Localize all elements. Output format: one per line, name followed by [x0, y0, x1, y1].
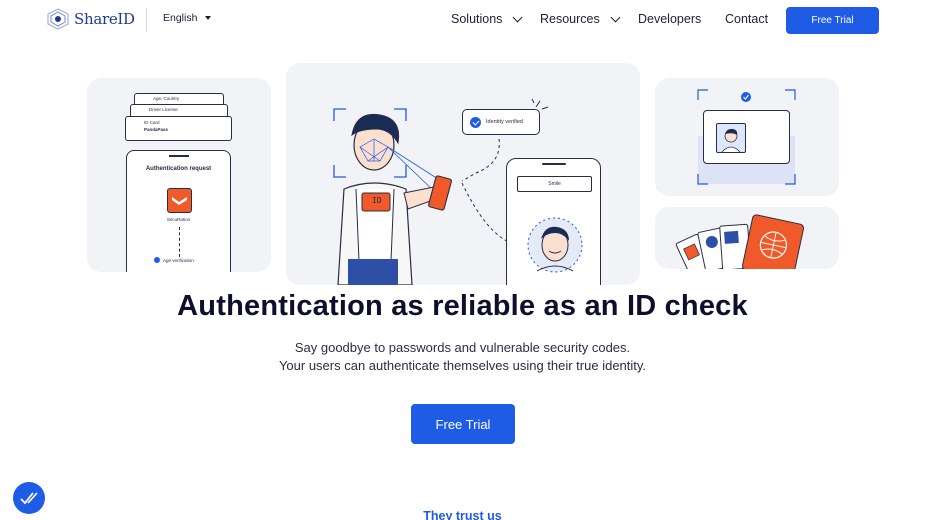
age-verification-row: Age verification [154, 257, 194, 263]
app-name: SécuRation [166, 217, 191, 222]
page-headline: Authentication as reliable as an ID chec… [177, 290, 748, 322]
phone-speaker [542, 163, 566, 165]
card-label: Driver License [149, 107, 178, 112]
language-label: English [163, 12, 198, 24]
nav-resources-label: Resources [540, 12, 600, 26]
logo-text: ShareID [74, 10, 135, 28]
nav-contact-label: Contact [725, 12, 769, 26]
nav-solutions-label: Solutions [451, 12, 503, 26]
nav-solutions[interactable]: Solutions [451, 12, 523, 26]
subtitle-line-1: Say goodbye to passwords and vulnerable … [294, 340, 631, 355]
selfie-phone-illustration: Smile [506, 158, 601, 285]
dashed-connector [179, 227, 180, 257]
trust-heading: They trust us [423, 509, 502, 520]
free-trial-nav-button[interactable]: Free Trial [786, 7, 879, 34]
accessibility-toggle-button[interactable] [13, 482, 45, 514]
top-navigation: ShareID English Solutions Resources Deve… [0, 0, 925, 40]
nav-developers[interactable]: Developers [638, 12, 701, 26]
chevron-down-icon [610, 12, 621, 22]
id-card-illustration [655, 78, 839, 196]
chevron-down-icon [512, 12, 523, 22]
nav-developers-label: Developers [638, 12, 702, 26]
nav-contact[interactable]: Contact [725, 12, 768, 26]
phone-illustration: Authentication request SécuRation Age ve… [126, 150, 231, 272]
caret-down-icon [205, 16, 212, 20]
status-dot-icon [154, 257, 160, 263]
age-verification-label: Age verification [163, 257, 194, 263]
auth-request-title: Authentication request [145, 166, 212, 172]
free-trial-hero-button[interactable]: Free Trial [411, 404, 515, 444]
shareid-emblem-icon [47, 8, 69, 30]
app-logo-icon [167, 188, 192, 213]
face-scan-illustration: ID Identity verified Smile [286, 63, 640, 285]
card-label: Age, Country [153, 96, 180, 101]
nav-resources[interactable]: Resources [540, 12, 621, 26]
nav-divider [146, 8, 147, 32]
auth-request-illustration: Age, Country Driver License ID Card Pand… [87, 78, 271, 272]
language-selector[interactable]: English [163, 12, 212, 24]
card-id: ID Card PandaPass [125, 116, 232, 141]
card-label: PandaPass [144, 127, 169, 132]
smile-prompt: Smile [517, 176, 592, 192]
phone-speaker [169, 155, 189, 157]
card-label: ID Card [144, 120, 160, 125]
subtitle-line-2: Your users can authenticate themselves u… [278, 358, 647, 373]
mask-icon [172, 197, 187, 205]
identity-verified-label: Identity verified [486, 119, 523, 125]
documents-illustration [655, 207, 839, 269]
id-card [703, 110, 790, 164]
selfie-face-art [527, 217, 583, 273]
shareid-logo[interactable]: ShareID [46, 8, 135, 30]
checkmark-slash-icon [20, 492, 38, 505]
check-icon [470, 116, 481, 128]
id-photo-icon [716, 123, 746, 153]
identity-verified-badge: Identity verified [462, 109, 540, 135]
documents-art [675, 214, 805, 269]
id-label: ID [372, 196, 382, 205]
